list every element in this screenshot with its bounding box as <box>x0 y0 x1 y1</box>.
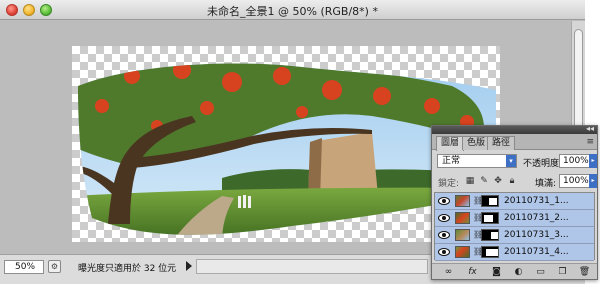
layer-thumbnail <box>455 212 470 224</box>
collapse-panel-icon[interactable]: ◂◂ <box>586 124 594 133</box>
lock-fill-row: 鎖定: ▦ ✎ ✥ 🔒︎ 填滿: 100% ▸ <box>432 173 597 190</box>
layer-list: ⛓ 20110731_1... ⛓ 20110731_2... ⛓ 201107… <box>434 192 595 261</box>
panel-menu-icon[interactable]: ≡ <box>586 137 594 147</box>
trash-icon[interactable]: 🗑︎ <box>578 266 591 278</box>
add-mask-icon[interactable]: ◙ <box>490 266 503 278</box>
lock-transparency-icon[interactable]: ▦ <box>465 176 475 186</box>
document-info-icon[interactable]: ⚙ <box>48 260 61 273</box>
layer-row-3[interactable]: ⛓ 20110731_3... <box>435 227 594 244</box>
panel-title-bar[interactable]: ◂◂ <box>432 124 597 134</box>
fill-value: 100% <box>563 176 589 186</box>
document-title: 未命名_全景1 @ 50% (RGB/8*) * <box>207 5 378 18</box>
lock-all-icon[interactable]: 🔒︎ <box>507 176 517 186</box>
layer-mask-thumbnail[interactable] <box>481 212 499 224</box>
opacity-input[interactable]: 100% ▸ <box>559 154 597 168</box>
layer-name[interactable]: 20110731_4... <box>504 247 569 257</box>
title-bar[interactable]: 未命名_全景1 @ 50% (RGB/8*) * <box>0 0 585 20</box>
tab-layers[interactable]: 圖層 <box>436 136 465 151</box>
opacity-slider-icon[interactable]: ▸ <box>589 154 597 168</box>
status-info-text: 曝光度只適用於 32 位元 <box>78 264 177 274</box>
horizontal-scrollbar[interactable] <box>196 259 428 274</box>
layers-panel: ◂◂ 圖層 色版 路徑 ≡ 正常 ▾ 不透明度: 100% ▸ 鎖定: ▦ ✎ … <box>431 124 598 280</box>
blend-mode-dropdown-icon[interactable]: ▾ <box>506 155 516 167</box>
panel-tabs: 圖層 色版 路徑 ≡ <box>432 134 597 151</box>
layer-thumbnail <box>455 229 470 241</box>
layer-row-1[interactable]: ⛓ 20110731_1... <box>435 193 594 210</box>
group-folder-icon[interactable]: ▭ <box>534 266 547 278</box>
fill-slider-icon[interactable]: ▸ <box>589 174 597 188</box>
layer-mask-thumbnail[interactable] <box>481 195 499 207</box>
layer-row-2[interactable]: ⛓ 20110731_2... <box>435 210 594 227</box>
lock-label: 鎖定: <box>438 179 460 189</box>
lock-position-icon[interactable]: ✥ <box>493 176 503 186</box>
layer-name[interactable]: 20110731_2... <box>504 213 569 223</box>
tab-paths[interactable]: 路徑 <box>487 136 516 150</box>
fill-label: 填滿: <box>535 179 557 189</box>
lock-image-pixels-icon[interactable]: ✎ <box>479 176 489 186</box>
blend-mode-select[interactable]: 正常 ▾ <box>437 154 517 168</box>
panel-footer: ∞ fx ◙ ◐ ▭ ❐ 🗑︎ <box>432 263 597 279</box>
opacity-value: 100% <box>563 156 589 166</box>
new-layer-icon[interactable]: ❐ <box>556 266 569 278</box>
link-layers-icon[interactable]: ∞ <box>442 266 455 278</box>
layer-thumbnail <box>455 246 470 258</box>
fx-icon[interactable]: fx <box>466 266 479 278</box>
tab-channels[interactable]: 色版 <box>462 136 491 150</box>
blend-mode-value: 正常 <box>442 156 461 166</box>
opacity-label: 不透明度: <box>523 159 563 169</box>
layer-name[interactable]: 20110731_1... <box>504 196 569 206</box>
fill-input[interactable]: 100% ▸ <box>559 174 597 188</box>
layer-name[interactable]: 20110731_3... <box>504 230 569 240</box>
status-menu-arrow-icon[interactable] <box>186 261 192 271</box>
visibility-eye-icon[interactable] <box>438 248 450 256</box>
visibility-eye-icon[interactable] <box>438 214 450 222</box>
layer-row-4[interactable]: ⛓ 20110731_4... <box>435 244 594 261</box>
layer-mask-thumbnail[interactable] <box>481 246 499 258</box>
layer-thumbnail <box>455 195 470 207</box>
layer-mask-thumbnail[interactable] <box>481 229 499 241</box>
visibility-eye-icon[interactable] <box>438 197 450 205</box>
visibility-eye-icon[interactable] <box>438 231 450 239</box>
adjustment-layer-icon[interactable]: ◐ <box>512 266 525 278</box>
zoom-level-field[interactable]: 50% <box>4 260 44 274</box>
blend-opacity-row: 正常 ▾ 不透明度: 100% ▸ <box>432 153 597 170</box>
